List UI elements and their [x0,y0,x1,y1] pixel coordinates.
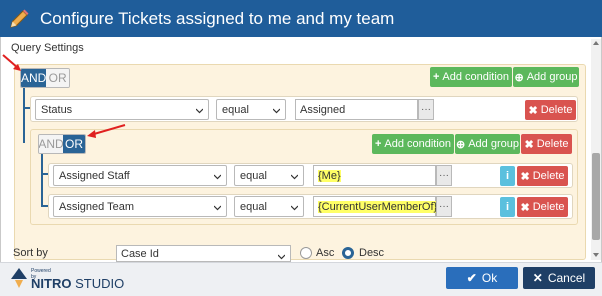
sort-field-select[interactable]: Case Id [116,245,291,262]
rule-operator-select[interactable]: equal [234,165,304,186]
rule-field-select[interactable]: Assigned Staff [53,165,227,186]
nitro-logo-icon [11,268,27,288]
outer-and-or-toggle: AND OR [20,68,70,88]
plus-circle-icon: ⊕ [456,138,466,151]
ok-button[interactable]: ✔ Ok [446,267,518,289]
sort-by-label: Sort by [13,247,48,259]
rule-operator-select[interactable]: equal [216,99,286,120]
ellipsis-icon[interactable]: ··· [418,99,434,120]
plus-icon: + [432,71,440,83]
times-icon: ✕ [532,271,543,285]
rule-value-input[interactable]: Assigned [295,99,418,120]
chevron-down-icon [214,204,221,211]
times-icon: ✖ [520,201,530,214]
dialog-body: Query Settings AND OR + Add condition ⊕ … [0,37,602,262]
chevron-down-icon [273,107,280,114]
plus-circle-icon: ⊕ [514,71,524,84]
times-icon: ✖ [520,170,530,183]
plus-icon: + [374,138,382,150]
annotation-arrow-icon [2,54,21,71]
sort-asc-radio[interactable] [300,247,312,259]
outer-add-group-button[interactable]: ⊕ Add group [513,67,579,87]
sort-row: Sort by Case Id Asc Desc [0,243,602,262]
pencil-icon [6,6,32,32]
inner-add-group-button[interactable]: ⊕ Add group [455,134,520,154]
rule-field-select[interactable]: Status [35,99,209,120]
inner-and-button[interactable]: AND [39,135,64,153]
chevron-down-icon [196,107,203,114]
scrollbar-thumb[interactable] [592,153,600,240]
dialog-title: Configure Tickets assigned to me and my … [40,8,395,28]
sort-asc-label: Asc [316,247,335,259]
rule-delete-button[interactable]: ✖ Delete [517,166,568,186]
check-icon: ✔ [466,271,477,285]
rule-operator-select[interactable]: equal [234,196,304,217]
outer-or-button[interactable]: OR [46,69,69,87]
outer-add-condition-button[interactable]: + Add condition [430,67,512,87]
times-icon: ✖ [528,104,538,117]
ellipsis-icon[interactable]: ··· [436,196,452,217]
cancel-button[interactable]: ✕ Cancel [523,267,595,289]
inner-or-button[interactable]: OR [63,135,85,153]
info-icon[interactable]: i [500,166,515,186]
chevron-down-icon [214,173,221,180]
dialog-title-bar: Configure Tickets assigned to me and my … [0,0,602,37]
sort-desc-label: Desc [359,247,385,259]
rule-delete-button[interactable]: ✖ Delete [517,197,568,217]
scroll-up-icon[interactable] [593,41,599,45]
rule-field-select[interactable]: Assigned Team [53,196,227,217]
info-icon[interactable]: i [500,197,515,217]
inner-add-condition-button[interactable]: + Add condition [372,134,454,154]
ellipsis-icon[interactable]: ··· [436,165,452,186]
brand-name: NITRO STUDIO [31,276,125,291]
inner-group-delete-button[interactable]: ✖ Delete [521,134,572,154]
rule-value-input[interactable]: {Me} [313,165,436,186]
annotation-arrow-icon [87,124,126,138]
times-icon: ✖ [524,138,534,151]
rule-delete-button[interactable]: ✖ Delete [525,100,576,120]
chevron-down-icon [291,173,298,180]
vertical-scrollbar[interactable] [591,39,601,260]
nitro-studio-logo: Powered by NITRO STUDIO [9,267,124,291]
dialog-footer: Powered by NITRO STUDIO ✔ Ok ✕ Cancel [0,262,602,296]
sort-desc-radio[interactable] [342,247,354,259]
inner-and-or-toggle: AND OR [38,134,86,154]
chevron-down-icon [291,204,298,211]
rule-value-input[interactable]: {CurrentUserMemberOf} [313,196,438,217]
